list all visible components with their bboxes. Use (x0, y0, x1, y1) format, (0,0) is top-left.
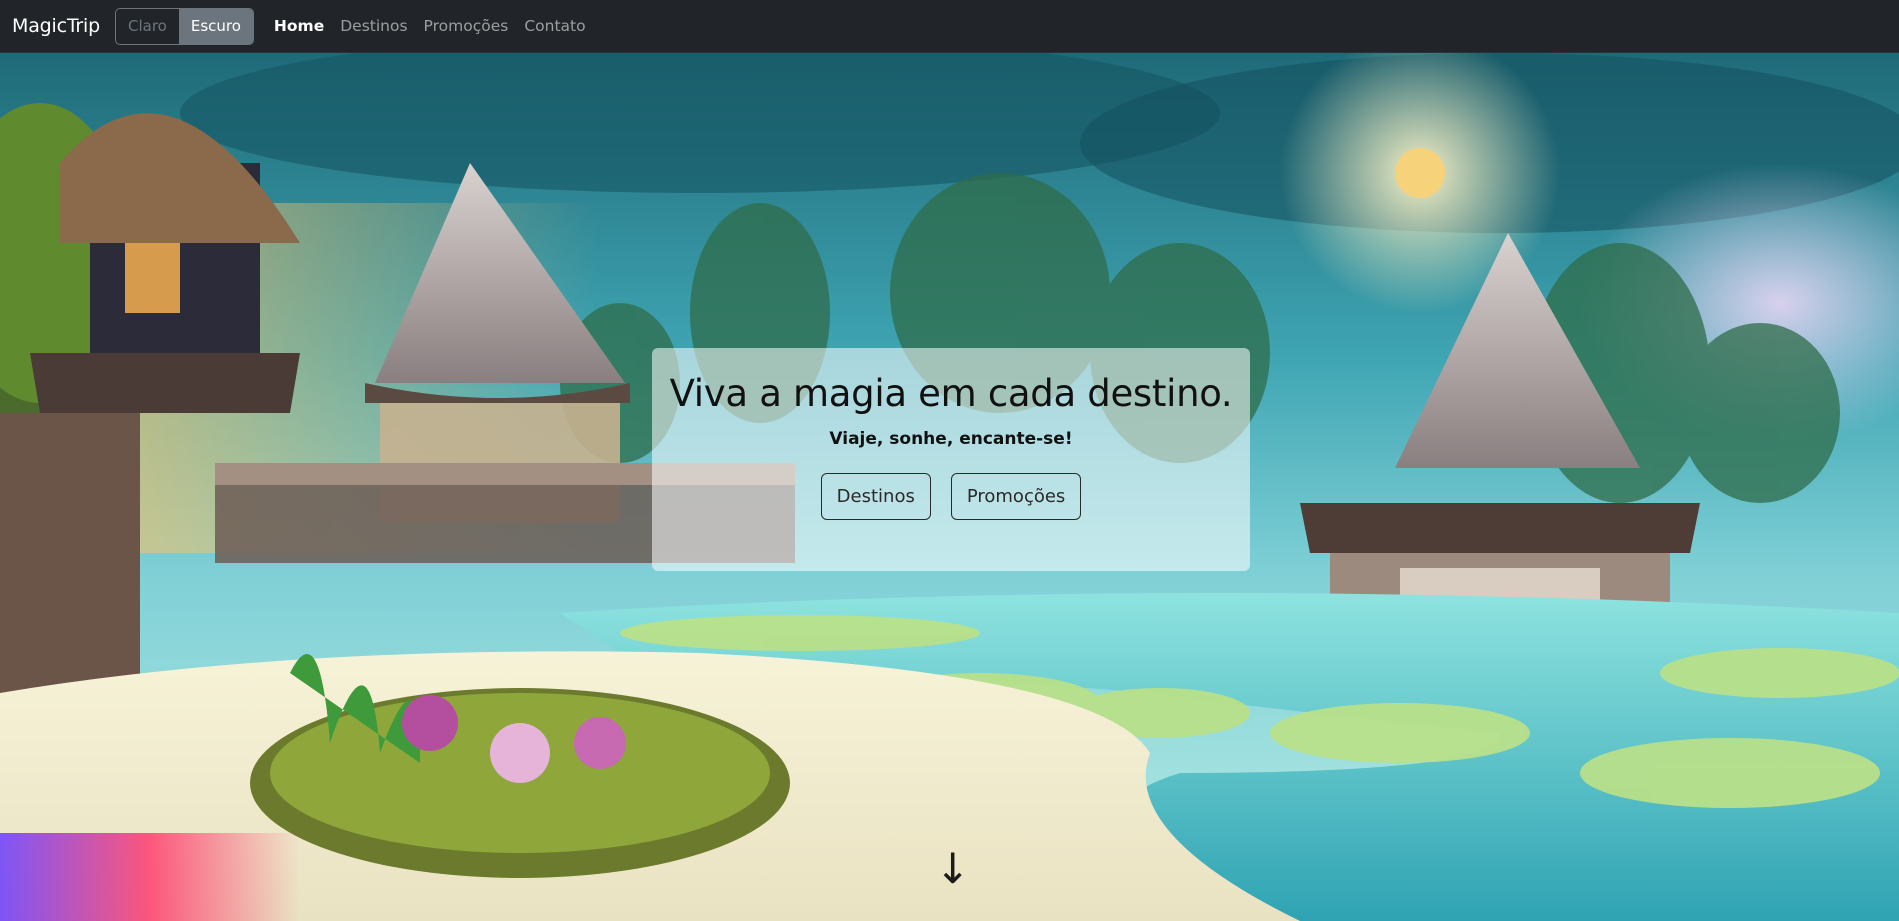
hero-title: Viva a magia em cada destino. (669, 372, 1233, 415)
nav-link-contato[interactable]: Contato (524, 17, 585, 35)
nav-link-promocoes[interactable]: Promoções (424, 17, 509, 35)
nav-link-destinos[interactable]: Destinos (340, 17, 407, 35)
hero-subtitle: Viaje, sonhe, encante-se! (829, 429, 1073, 449)
promocoes-button[interactable]: Promoções (950, 473, 1082, 520)
hero-section: Viva a magia em cada destino. Viaje, son… (0, 53, 1899, 921)
nav-link-home[interactable]: Home (274, 17, 324, 35)
theme-light-button[interactable]: Claro (116, 9, 179, 44)
nav-links: Home Destinos Promoções Contato (266, 17, 594, 35)
destinos-button[interactable]: Destinos (820, 473, 931, 520)
navbar: MagicTrip Claro Escuro Home Destinos Pro… (0, 0, 1899, 53)
hero-card: Viva a magia em cada destino. Viaje, son… (652, 348, 1250, 571)
theme-toggle-group: Claro Escuro (115, 7, 254, 45)
hero-buttons: Destinos Promoções (652, 473, 1250, 520)
brand-logo[interactable]: MagicTrip (12, 15, 100, 37)
arrow-down-icon[interactable]: ↓ (935, 848, 970, 890)
theme-dark-button[interactable]: Escuro (178, 8, 253, 44)
